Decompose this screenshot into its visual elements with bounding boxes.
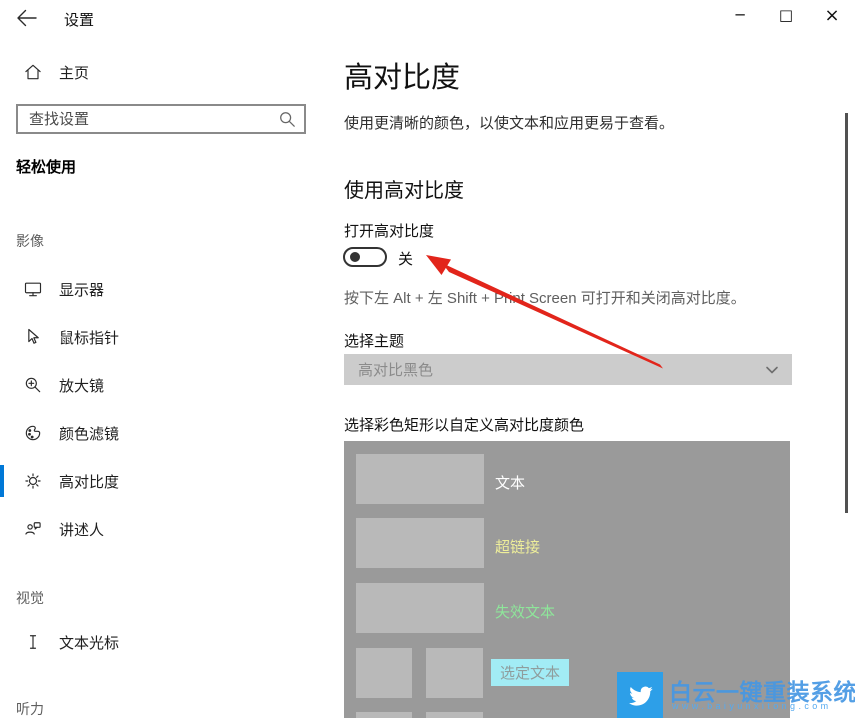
sidebar-item-label: 显示器 xyxy=(59,279,104,300)
selected-indicator xyxy=(0,465,4,497)
sidebar-item-display[interactable]: 显示器 xyxy=(0,269,330,309)
settings-search xyxy=(16,104,306,134)
toggle-state-text: 关 xyxy=(398,248,413,269)
search-input[interactable] xyxy=(18,111,278,128)
home-icon xyxy=(23,62,43,82)
watermark-logo xyxy=(617,672,663,718)
sidebar-section-vision: 影像 xyxy=(16,231,44,251)
close-icon[interactable]: × xyxy=(809,0,855,30)
swatch-section-label: 选择彩色矩形以自定义高对比度颜色 xyxy=(344,414,584,435)
page-description: 使用更清晰的颜色，以使文本和应用更易于查看。 xyxy=(344,112,674,133)
magnifier-plus-icon xyxy=(23,375,43,395)
section-heading: 使用高对比度 xyxy=(344,174,464,203)
watermark-url: www.baiyunxitong.com xyxy=(672,701,832,711)
narrator-icon xyxy=(23,519,43,539)
back-arrow-icon xyxy=(15,7,39,29)
search-icon[interactable] xyxy=(278,110,296,128)
twitter-bird-icon xyxy=(624,679,656,711)
sidebar-item-mouse-pointer[interactable]: 鼠标指针 xyxy=(0,317,330,357)
sidebar-item-label: 颜色滤镜 xyxy=(59,423,119,444)
minimize-icon[interactable]: ─ xyxy=(717,0,763,30)
sidebar-item-color-filter[interactable]: 颜色滤镜 xyxy=(0,413,330,453)
sidebar-item-label: 讲述人 xyxy=(59,519,104,540)
high-contrast-toggle[interactable] xyxy=(343,247,387,267)
preview-selected-label: 选定文本 xyxy=(491,659,569,686)
chevron-down-icon xyxy=(764,362,780,378)
shortcut-hint: 按下左 Alt + 左 Shift + Print Screen 可打开和关闭高… xyxy=(344,287,746,308)
sidebar-item-label: 文本光标 xyxy=(59,632,119,653)
theme-dropdown-value: 高对比黑色 xyxy=(358,359,764,380)
sidebar-item-label: 高对比度 xyxy=(59,471,119,492)
preview-disabled-label: 失效文本 xyxy=(495,601,555,622)
disabled-text-color-swatch[interactable] xyxy=(356,583,484,633)
maximize-icon[interactable]: □ xyxy=(763,0,809,30)
selected-text-fg-swatch[interactable] xyxy=(426,648,483,698)
theme-select-label: 选择主题 xyxy=(344,330,404,351)
page-title: 高对比度 xyxy=(344,54,460,96)
color-filter-icon xyxy=(23,423,43,443)
sidebar-section-visual: 视觉 xyxy=(16,588,44,608)
high-contrast-icon xyxy=(23,471,43,491)
mouse-pointer-icon xyxy=(23,327,43,347)
sidebar-section-hearing: 听力 xyxy=(16,699,44,718)
sidebar-item-label: 鼠标指针 xyxy=(59,327,119,348)
monitor-icon xyxy=(23,279,43,299)
back-button[interactable] xyxy=(15,7,39,29)
sidebar-item-text-cursor[interactable]: 文本光标 xyxy=(0,622,330,662)
app-title: 设置 xyxy=(64,9,94,30)
window-controls: ─ □ × xyxy=(717,0,855,30)
button-bg-swatch[interactable] xyxy=(356,712,412,718)
sidebar-item-magnifier[interactable]: 放大镜 xyxy=(0,365,330,405)
sidebar-item-label: 主页 xyxy=(59,62,89,83)
sidebar-item-home[interactable]: 主页 xyxy=(0,52,330,92)
text-cursor-icon xyxy=(23,632,43,652)
sidebar-item-high-contrast[interactable]: 高对比度 xyxy=(0,461,330,501)
preview-text-label: 文本 xyxy=(495,472,525,493)
selected-text-bg-swatch[interactable] xyxy=(356,648,412,698)
toggle-knob xyxy=(350,252,360,262)
theme-dropdown[interactable]: 高对比黑色 xyxy=(344,354,792,385)
scrollbar[interactable] xyxy=(845,113,848,513)
sidebar-item-label: 放大镜 xyxy=(59,375,104,396)
sidebar-category-title: 轻松使用 xyxy=(16,156,76,177)
hyperlink-color-swatch[interactable] xyxy=(356,518,484,568)
text-color-swatch[interactable] xyxy=(356,454,484,504)
sidebar-item-narrator[interactable]: 讲述人 xyxy=(0,509,330,549)
toggle-label: 打开高对比度 xyxy=(344,220,434,241)
settings-window: 设置 ─ □ × 主页 轻松使用 影像 显示器 鼠标指针 放大镜 xyxy=(0,0,855,718)
button-fg-swatch[interactable] xyxy=(426,712,483,718)
preview-hyperlink-label: 超链接 xyxy=(495,536,540,557)
